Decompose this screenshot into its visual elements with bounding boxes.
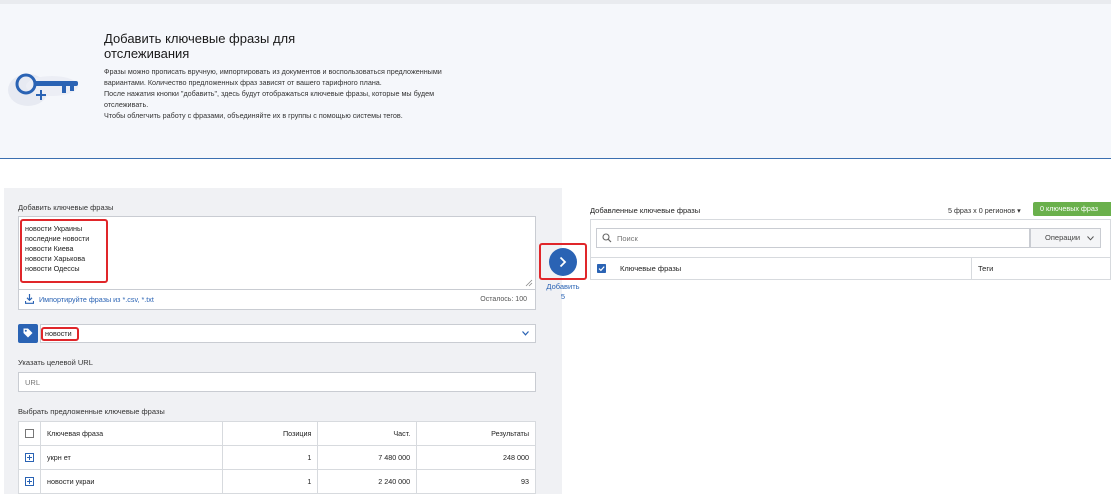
add-cell [18, 469, 41, 494]
import-file-link[interactable]: Импортируйте фразы из *.csv, *.txt [39, 295, 154, 304]
add-keywords-label: Добавить ключевые фразы [18, 203, 114, 212]
table-row: новости украи 1 2 240 000 93 [18, 469, 536, 494]
select-all-checkbox-checked[interactable] [597, 264, 606, 273]
col-position[interactable]: Позиция [221, 421, 319, 446]
col-keyword-phrases[interactable]: Ключевые фразы [620, 264, 681, 273]
banner-paragraph: После нажатия кнопки "добавить", здесь б… [104, 89, 435, 109]
banner-title: Добавить ключевые фразы для отслеживания [104, 31, 296, 61]
remaining-count: Осталось: 100 [480, 296, 527, 303]
keyword-line: новости Украины [25, 224, 83, 233]
phrase-cell: укрн ет [40, 445, 223, 470]
plus-icon[interactable] [25, 477, 34, 487]
plus-icon[interactable] [25, 453, 34, 463]
frequency-cell: 2 240 000 [317, 469, 418, 494]
keywords-list-highlight: новости Украины последние новости новост… [20, 219, 108, 283]
info-banner: Добавить ключевые фразы для отслеживания… [0, 4, 1111, 159]
suggested-keywords-table: Ключевая фраза Позиция Част. Результаты … [18, 421, 536, 494]
keyword-line: последние новости [25, 234, 90, 243]
add-label-text: Добавить [546, 282, 580, 291]
col-frequency[interactable]: Част. [317, 421, 418, 446]
results-cell: 93 [416, 469, 536, 494]
resize-grip-icon[interactable] [525, 279, 533, 287]
banner-paragraph: Фразы можно прописать вручную, импортиро… [104, 67, 442, 87]
keywords-count-badge: 0 ключевых фраз [1033, 202, 1111, 216]
add-label-count: 5 [560, 292, 566, 301]
add-button-label[interactable]: Добавить 5 [539, 282, 587, 302]
search-input[interactable] [596, 228, 1030, 248]
position-cell: 1 [221, 445, 319, 470]
search-icon [602, 233, 612, 243]
frequency-cell: 7 480 000 [317, 445, 418, 470]
table-row: укрн ет 1 7 480 000 248 000 [18, 445, 536, 470]
added-keywords-title: Добавленные ключевые фразы [590, 206, 701, 215]
chevron-down-icon [1087, 236, 1094, 241]
column-divider [971, 257, 972, 280]
chevron-right-icon [559, 256, 567, 268]
tag-icon [23, 328, 33, 338]
download-icon [25, 294, 34, 304]
tag-button[interactable] [18, 324, 38, 343]
banner-paragraph: Чтобы облегчить работу с фразами, объеди… [104, 111, 403, 120]
col-results[interactable]: Результаты [416, 421, 536, 446]
col-tags[interactable]: Теги [978, 264, 993, 273]
table-header-row: Ключевая фраза Позиция Част. Результаты [18, 421, 536, 446]
suggested-keywords-label: Выбрать предложенные ключевые фразы [18, 407, 165, 416]
target-url-input[interactable] [18, 372, 536, 392]
keyword-line: новости Одессы [25, 264, 80, 273]
banner-description: Фразы можно прописать вручную, импортиро… [104, 66, 474, 121]
add-keywords-button[interactable] [549, 248, 577, 276]
keyword-line: новости Харькова [25, 254, 86, 263]
region-count-text: 5 фраз x 0 регионов [948, 206, 1016, 215]
tag-select[interactable]: новости [40, 324, 536, 343]
import-row: Импортируйте фразы из *.csv, *.txt Остал… [18, 290, 536, 310]
key-illustration-icon [8, 73, 78, 106]
add-cell [18, 445, 41, 470]
tag-value: новости [41, 327, 79, 341]
select-all-checkbox[interactable] [25, 429, 34, 439]
col-phrase[interactable]: Ключевая фраза [40, 421, 223, 446]
keyword-line: новости Киева [25, 244, 74, 253]
results-cell: 248 000 [416, 445, 536, 470]
region-count-dropdown[interactable]: 5 фраз x 0 регионов ▾ [948, 206, 1021, 215]
select-all-cell [18, 421, 41, 446]
target-url-label: Указать целевой URL [18, 358, 93, 367]
caret-down-icon: ▾ [1017, 206, 1021, 215]
phrase-cell: новости украи [40, 469, 223, 494]
chevron-down-icon [522, 331, 529, 336]
position-cell: 1 [221, 469, 319, 494]
